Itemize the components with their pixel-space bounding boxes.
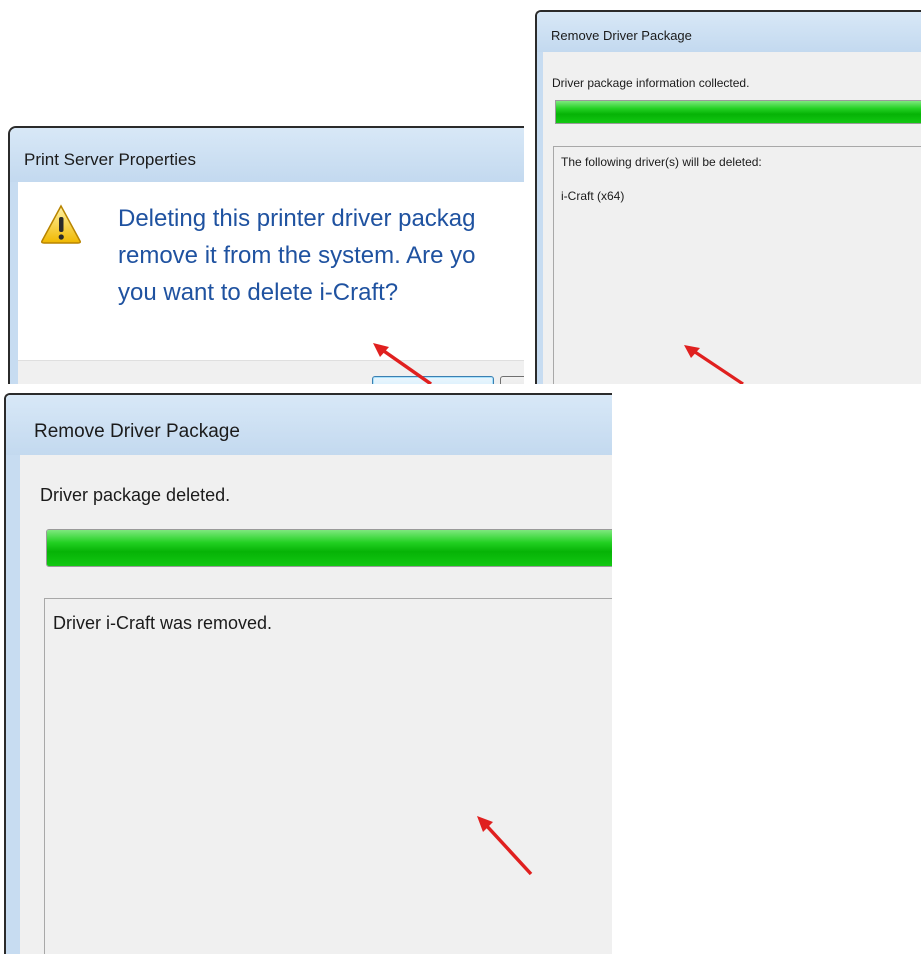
red-arrow-annotation <box>373 343 433 384</box>
list-header: The following driver(s) will be deleted: <box>561 155 762 169</box>
dialog-title: Remove Driver Package <box>551 28 692 43</box>
status-text: Driver package deleted. <box>40 485 231 505</box>
message-line-2: remove it from the system. Are yo <box>118 242 476 269</box>
red-arrow-annotation <box>684 345 744 384</box>
title-bar: Print Server Properties <box>10 128 524 182</box>
button-strip <box>18 360 524 384</box>
print-server-properties-dialog: Print Server Properties Deleting this pr… <box>8 126 524 384</box>
red-arrow-annotation <box>477 816 533 876</box>
progress-bar <box>555 100 921 124</box>
progress-fill <box>47 530 612 566</box>
message-line-1: Deleting this printer driver packag <box>118 205 476 232</box>
result-text: Driver i-Craft was removed. <box>53 613 273 633</box>
message-area: Deleting this printer driver packag remo… <box>18 182 524 360</box>
warning-message: Deleting this printer driver packag remo… <box>118 200 476 311</box>
progress-bar <box>46 529 612 567</box>
message-line-3: you want to delete i-Craft? <box>118 279 399 306</box>
dialog-body: Driver package information collected. Th… <box>543 52 921 384</box>
result-list: Driver i-Craft was removed. <box>44 598 612 954</box>
progress-fill <box>556 101 921 123</box>
remove-driver-package-dialog-collected: Remove Driver Package Driver package inf… <box>535 10 921 384</box>
dialog-title: Print Server Properties <box>24 150 196 169</box>
warning-icon <box>41 204 81 244</box>
title-bar: Remove Driver Package <box>6 395 612 455</box>
status-text: Driver package information collected. <box>552 76 750 90</box>
title-bar: Remove Driver Package <box>537 12 921 52</box>
remove-driver-package-dialog-deleted: Remove Driver Package Driver package del… <box>4 393 612 954</box>
list-item: i-Craft (x64) <box>561 189 625 203</box>
dialog-title: Remove Driver Package <box>34 421 240 442</box>
no-button[interactable] <box>500 376 524 384</box>
